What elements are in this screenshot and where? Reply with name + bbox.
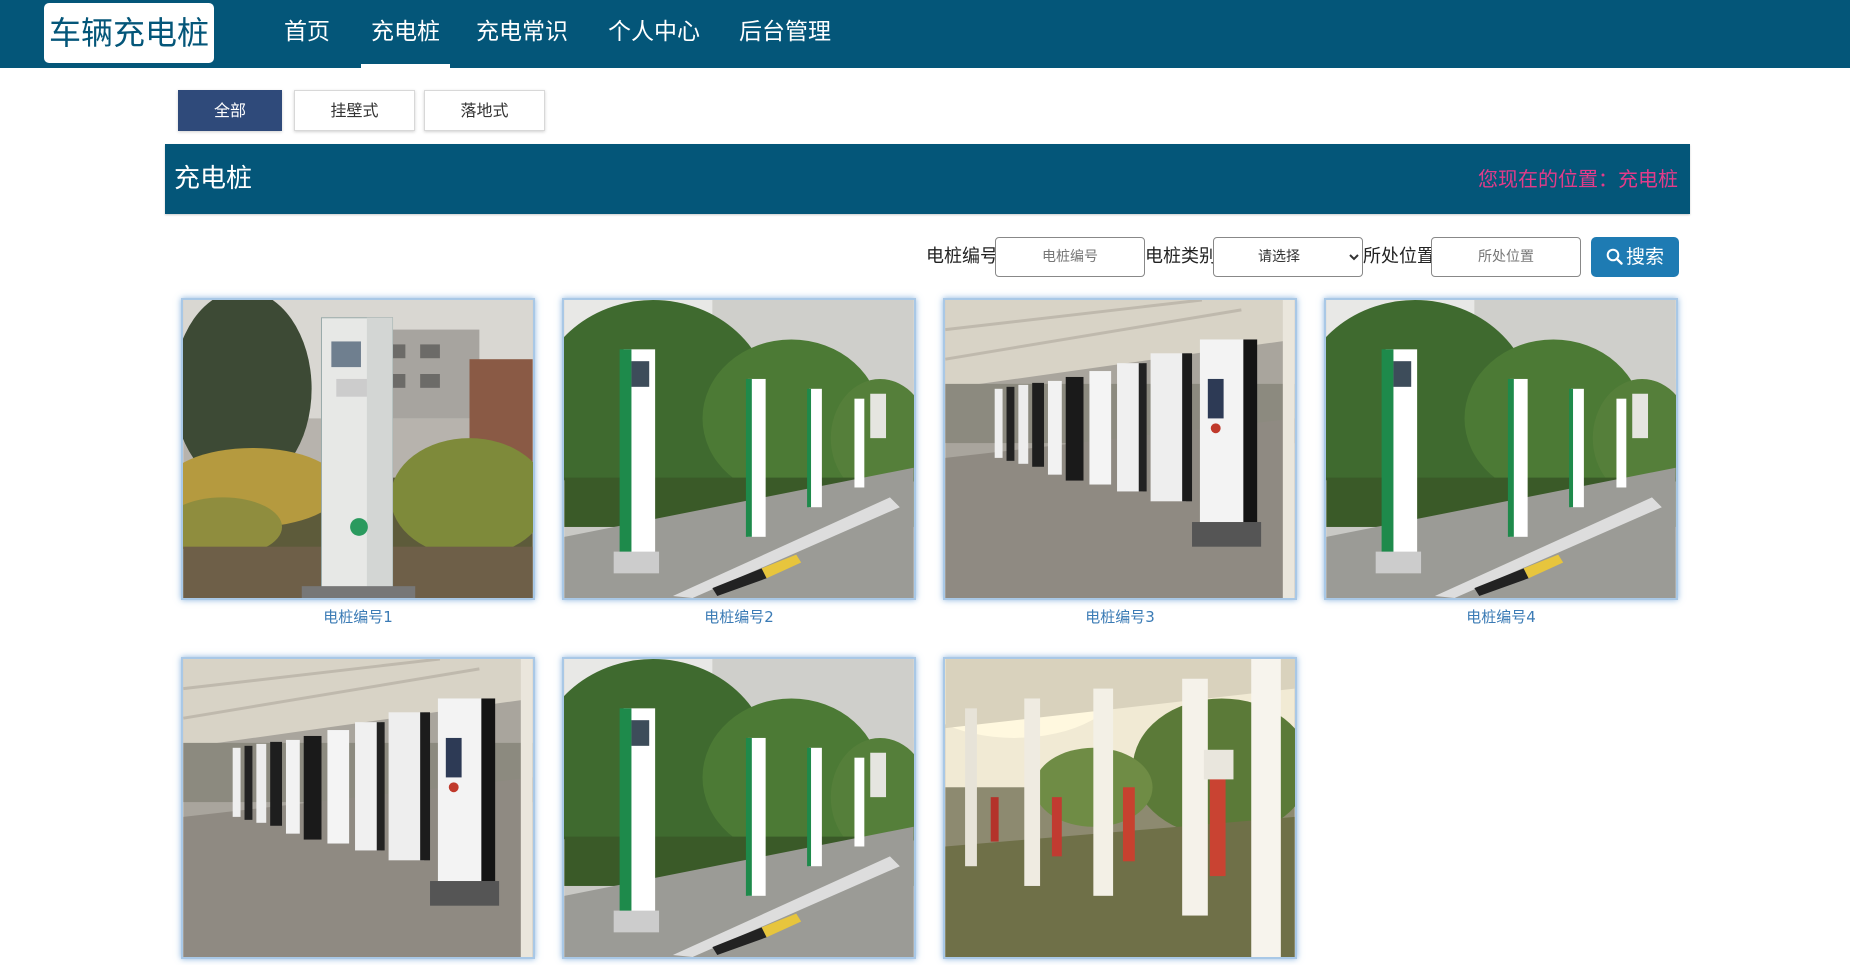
- breadcrumb: 您现在的位置：充电桩: [1478, 167, 1678, 191]
- charging-pile-caption[interactable]: 电桩编号4: [1324, 606, 1678, 627]
- photo-image: [183, 659, 533, 957]
- charging-pile-photo[interactable]: [943, 298, 1297, 600]
- charging-pile-photo[interactable]: [943, 657, 1297, 959]
- charging-pile-photo[interactable]: [1324, 298, 1678, 600]
- charging-pile-card-7[interactable]: [943, 657, 1297, 965]
- charging-pile-caption[interactable]: 电桩编号3: [943, 606, 1297, 627]
- charging-pile-card-4[interactable]: 电桩编号4: [1324, 298, 1678, 627]
- filter-tab-wall-mounted[interactable]: 挂壁式: [294, 90, 415, 131]
- nav-item-home[interactable]: 首页: [284, 0, 330, 68]
- pile-number-label: 电桩编号: [926, 246, 998, 267]
- search-icon: [1606, 246, 1626, 268]
- nav-item-charging-knowledge[interactable]: 充电常识: [476, 0, 568, 68]
- nav-item-charging-piles[interactable]: 充电桩: [361, 0, 450, 68]
- filter-tab-all[interactable]: 全部: [178, 90, 282, 131]
- photo-image: [183, 300, 533, 598]
- nav-item-personal-center[interactable]: 个人中心: [608, 0, 700, 68]
- pile-number-input[interactable]: [995, 237, 1145, 277]
- photo-image: [945, 659, 1295, 957]
- charging-pile-caption[interactable]: 电桩编号1: [181, 606, 535, 627]
- search-button-label: 搜索: [1625, 246, 1664, 268]
- nav-item-admin[interactable]: 后台管理: [739, 0, 831, 68]
- photo-image: [564, 300, 914, 598]
- photo-image: [1326, 300, 1676, 598]
- charging-pile-photo[interactable]: [562, 657, 916, 959]
- location-input[interactable]: [1431, 237, 1581, 277]
- section-title-bar: 充电桩 您现在的位置：充电桩: [165, 144, 1690, 214]
- page-title: 充电桩: [174, 164, 253, 194]
- charging-pile-photo[interactable]: [181, 298, 535, 600]
- brand-logo[interactable]: 车辆充电桩: [44, 3, 214, 63]
- charging-pile-card-3[interactable]: 电桩编号3: [943, 298, 1297, 627]
- charging-pile-card-6[interactable]: [562, 657, 916, 965]
- location-label: 所处位置: [1363, 246, 1435, 267]
- charging-pile-card-1[interactable]: 电桩编号1: [181, 298, 535, 627]
- charging-pile-caption[interactable]: 电桩编号2: [562, 606, 916, 627]
- pile-type-label: 电桩类别: [1145, 246, 1217, 267]
- search-button[interactable]: 搜索: [1591, 237, 1679, 277]
- charging-pile-photo[interactable]: [562, 298, 916, 600]
- photo-image: [945, 300, 1295, 598]
- pile-type-select[interactable]: 请选择: [1213, 237, 1363, 277]
- charging-pile-photo[interactable]: [181, 657, 535, 959]
- filter-tab-floor-standing[interactable]: 落地式: [424, 90, 545, 131]
- charging-pile-card-2[interactable]: 电桩编号2: [562, 298, 916, 627]
- charging-pile-card-5[interactable]: [181, 657, 535, 965]
- top-navbar: 车辆充电桩 首页 充电桩 充电常识 个人中心 后台管理: [0, 0, 1850, 68]
- photo-image: [564, 659, 914, 957]
